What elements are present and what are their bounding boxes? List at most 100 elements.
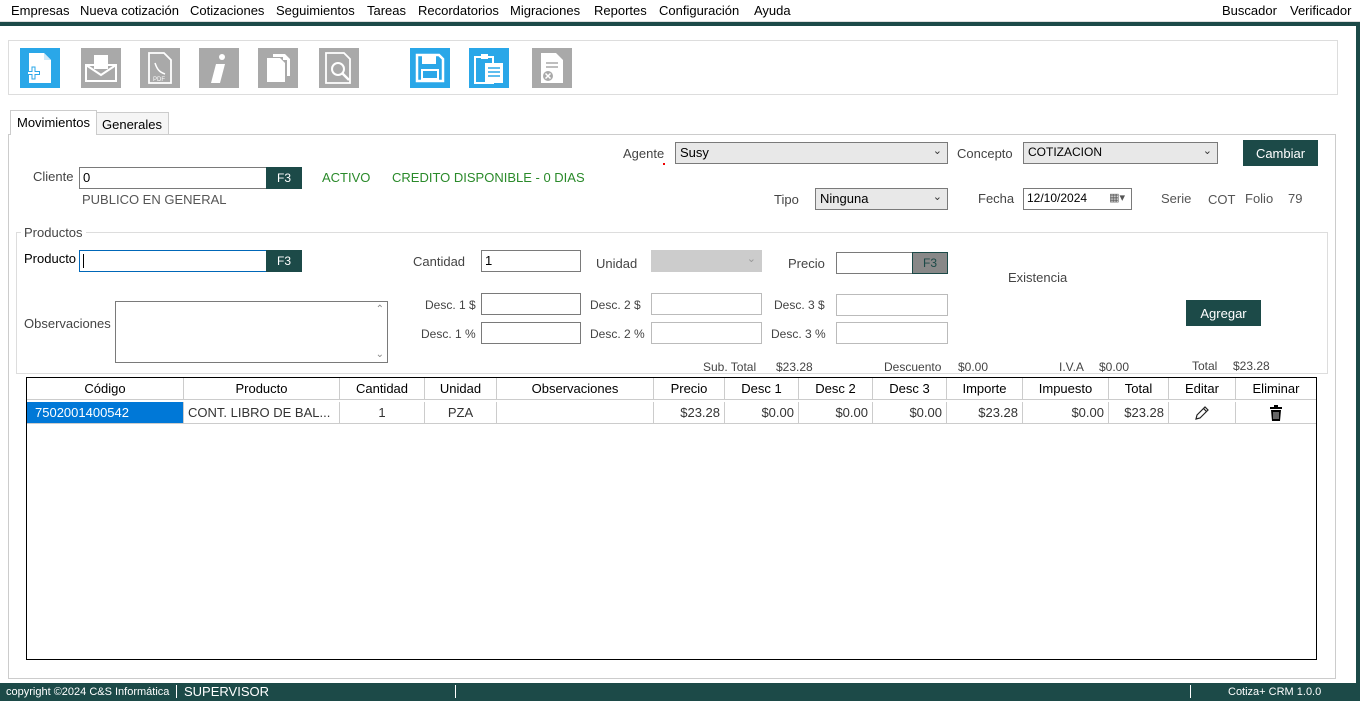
cancel-document-icon[interactable]	[532, 48, 572, 88]
tab-generales[interactable]: Generales	[95, 112, 169, 136]
iva-value: $0.00	[1099, 360, 1130, 374]
menu-migraciones[interactable]: Migraciones	[510, 3, 580, 18]
email-icon[interactable]	[81, 48, 121, 88]
scroll-up-icon[interactable]: ⌃	[376, 304, 384, 315]
pdf-icon[interactable]: PDF	[140, 48, 180, 88]
desc1-amount-input[interactable]	[481, 293, 581, 315]
grid-header-desc1[interactable]: Desc 1	[725, 378, 799, 400]
unidad-select[interactable]: ⌄	[651, 250, 762, 272]
agente-select[interactable]: Susy ⌄	[675, 142, 948, 164]
total-label: Total	[1192, 359, 1218, 373]
producto-input[interactable]	[79, 250, 267, 272]
delete-row-button[interactable]	[1236, 402, 1316, 424]
cantidad-input[interactable]: 1	[481, 250, 581, 272]
cliente-status: ACTIVO	[322, 170, 371, 185]
chevron-down-icon: ⌄	[932, 145, 942, 157]
chevron-down-icon: ⌄	[1202, 145, 1212, 157]
grid-header-observaciones[interactable]: Observaciones	[497, 378, 654, 400]
tab-movimientos[interactable]: Movimientos	[10, 110, 97, 135]
concepto-select[interactable]: COTIZACION ⌄	[1023, 142, 1218, 164]
tipo-label: Tipo	[774, 192, 799, 207]
grid-header-producto[interactable]: Producto	[184, 378, 340, 400]
table-cell-desc1[interactable]: $0.00	[725, 402, 799, 424]
desc2-amount-input[interactable]	[651, 293, 762, 315]
table-cell-precio[interactable]: $23.28	[654, 402, 725, 424]
edit-row-button[interactable]	[1169, 402, 1236, 424]
precio-label: Precio	[788, 256, 825, 271]
calendar-icon[interactable]: ▦▾	[1109, 191, 1125, 204]
menu-buscador[interactable]: Buscador	[1222, 3, 1277, 18]
cambiar-button[interactable]: Cambiar	[1243, 140, 1318, 166]
serie-value: COT	[1208, 192, 1236, 207]
grid-header-eliminar[interactable]: Eliminar	[1236, 378, 1316, 400]
scroll-down-icon[interactable]: ⌄	[376, 349, 384, 360]
menu-cotizaciones[interactable]: Cotizaciones	[190, 3, 264, 18]
copy-icon[interactable]	[258, 48, 298, 88]
desc1-percent-input[interactable]	[481, 322, 581, 344]
precio-input[interactable]	[836, 252, 914, 274]
total-value: $23.28	[1233, 359, 1270, 373]
menu-ayuda[interactable]: Ayuda	[754, 3, 791, 18]
table-cell-impuesto[interactable]: $0.00	[1023, 402, 1109, 424]
chevron-down-icon: ⌄	[932, 191, 942, 203]
serie-label: Serie	[1161, 191, 1192, 206]
menu-seguimientos[interactable]: Seguimientos	[276, 3, 355, 18]
grid-header-cantidad[interactable]: Cantidad	[340, 378, 425, 400]
new-document-icon[interactable]	[20, 48, 60, 88]
grid-header-codigo[interactable]: Código	[27, 378, 184, 400]
desc3-amount-label: Desc. 3 $	[774, 298, 825, 312]
cliente-input[interactable]: 0	[79, 167, 267, 189]
desc2-percent-input[interactable]	[651, 322, 762, 344]
grid-header-precio[interactable]: Precio	[654, 378, 725, 400]
agente-label: Agente	[623, 146, 665, 161]
folio-value: 79	[1288, 191, 1303, 206]
descuento-label: Descuento	[884, 360, 942, 374]
fecha-label: Fecha	[978, 191, 1015, 206]
menu-verificador[interactable]: Verificador	[1290, 3, 1351, 18]
table-cell-importe[interactable]: $23.28	[947, 402, 1023, 424]
table-cell-observaciones[interactable]	[497, 402, 654, 424]
clipboard-icon[interactable]	[469, 48, 509, 88]
table-cell-cantidad[interactable]: 1	[340, 402, 425, 424]
table-cell-codigo[interactable]: 7502001400542	[27, 402, 184, 424]
productos-legend: Productos	[21, 225, 86, 240]
table-cell-unidad[interactable]: PZA	[425, 402, 497, 424]
fecha-input[interactable]: 12/10/2024 ▦▾	[1023, 188, 1132, 210]
observaciones-textarea[interactable]: ⌃ ⌄	[115, 301, 388, 363]
desc3-percent-input[interactable]	[836, 322, 948, 344]
menu-nueva-cotizacion[interactable]: Nueva cotización	[80, 3, 179, 18]
desc3-amount-input[interactable]	[836, 294, 948, 316]
menu-configuracion[interactable]: Configuración	[659, 3, 739, 18]
folio-label: Folio	[1245, 191, 1274, 206]
menu-reportes[interactable]: Reportes	[594, 3, 647, 18]
grid-header-unidad[interactable]: Unidad	[425, 378, 497, 400]
table-cell-desc3[interactable]: $0.00	[873, 402, 947, 424]
cliente-f3-button[interactable]: F3	[266, 167, 302, 189]
agregar-button[interactable]: Agregar	[1186, 300, 1261, 326]
table-cell-desc2[interactable]: $0.00	[799, 402, 873, 424]
grid-header-editar[interactable]: Editar	[1169, 378, 1236, 400]
grid-header-desc3[interactable]: Desc 3	[873, 378, 947, 400]
menu-recordatorios[interactable]: Recordatorios	[418, 3, 499, 18]
menu-bar: Empresas Nueva cotización Cotizaciones S…	[0, 0, 1360, 22]
table-cell-total[interactable]: $23.28	[1109, 402, 1169, 424]
menu-empresas[interactable]: Empresas	[11, 3, 70, 18]
save-icon[interactable]	[410, 48, 450, 88]
preview-icon[interactable]	[319, 48, 359, 88]
existencia-label: Existencia	[1008, 270, 1068, 285]
iva-label: I.V.A	[1059, 360, 1084, 374]
precio-f3-button[interactable]: F3	[912, 252, 948, 274]
grid-header-impuesto[interactable]: Impuesto	[1023, 378, 1109, 400]
tipo-value: Ninguna	[820, 191, 869, 206]
producto-f3-button[interactable]: F3	[266, 250, 302, 272]
menu-tareas[interactable]: Tareas	[367, 3, 406, 18]
grid-header-importe[interactable]: Importe	[947, 378, 1023, 400]
tipo-select[interactable]: Ninguna ⌄	[815, 188, 948, 210]
grid-header-total[interactable]: Total	[1109, 378, 1169, 400]
grid-header-desc2[interactable]: Desc 2	[799, 378, 873, 400]
version-text: Cotiza+ CRM 1.0.0	[1228, 686, 1322, 698]
concepto-value: COTIZACION	[1028, 145, 1102, 159]
table-cell-producto[interactable]: CONT. LIBRO DE BAL...	[184, 402, 340, 424]
info-icon[interactable]	[199, 48, 239, 88]
credito-disponible: CREDITO DISPONIBLE - 0 DIAS	[392, 170, 585, 185]
